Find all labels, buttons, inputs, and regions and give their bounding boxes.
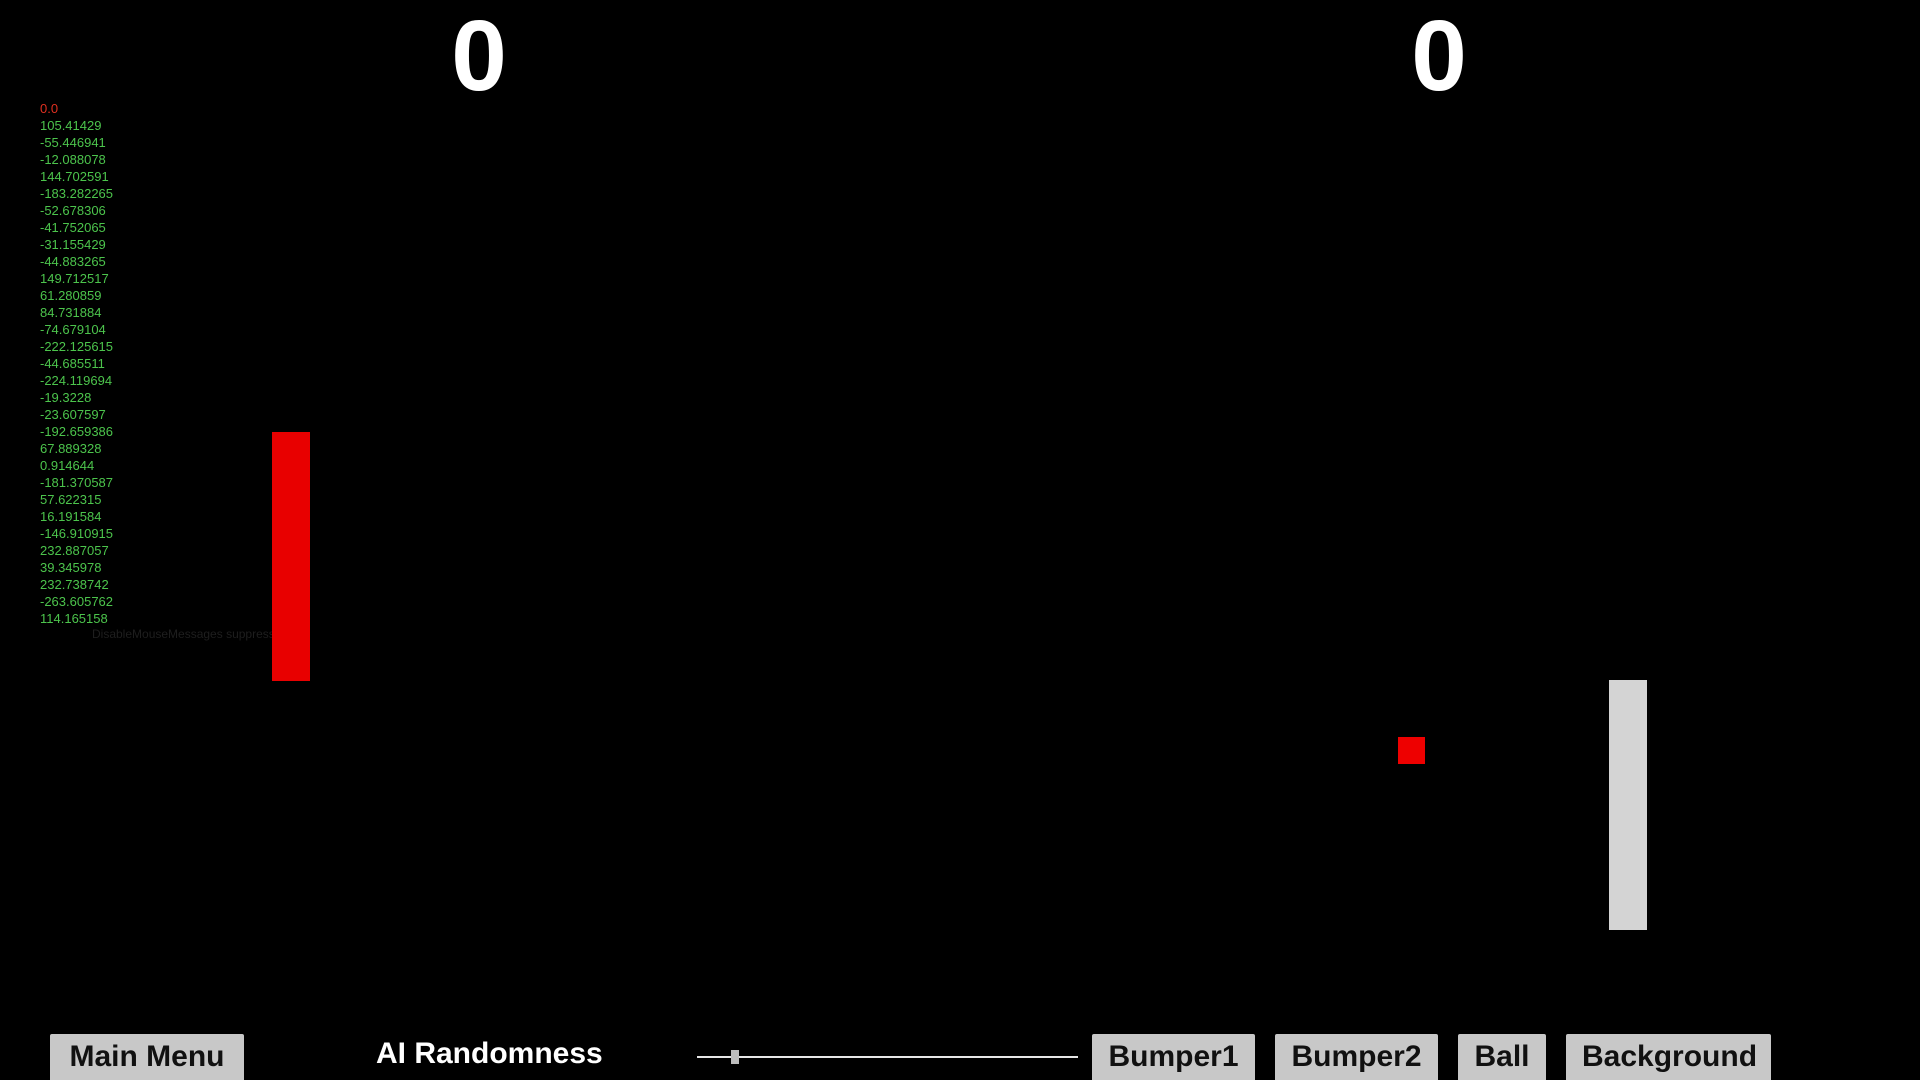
debug-log-line: 105.41429 <box>40 118 102 133</box>
debug-log-line: -52.678306 <box>40 203 106 218</box>
debug-log-line: 0.0 <box>40 101 59 116</box>
debug-log-line: -74.679104 <box>40 322 106 337</box>
debug-log-line: -192.659386 <box>40 424 114 439</box>
debug-log-line: -41.752065 <box>40 220 106 235</box>
debug-log-line: 232.738742 <box>40 577 109 592</box>
right-paddle <box>1609 680 1647 930</box>
main-menu-button[interactable]: Main Menu <box>50 1034 244 1080</box>
ai-randomness-slider[interactable] <box>697 1047 1078 1067</box>
bumper1-button[interactable]: Bumper1 <box>1092 1034 1255 1080</box>
debug-log-line: -181.370587 <box>40 475 114 490</box>
debug-log-line: 16.191584 <box>40 509 102 524</box>
debug-log-line: -19.3228 <box>40 390 92 405</box>
debug-log-line: -23.607597 <box>40 407 106 422</box>
right-score: 0 <box>1411 0 1467 112</box>
debug-log-line: -146.910915 <box>40 526 114 541</box>
slider-track[interactable] <box>697 1056 1078 1058</box>
debug-log-line: -31.155429 <box>40 237 106 252</box>
debug-log-line: 57.622315 <box>40 492 102 507</box>
debug-log-line: 67.889328 <box>40 441 102 456</box>
debug-log-line: 114.165158 <box>40 611 108 626</box>
slider-thumb[interactable] <box>731 1050 740 1064</box>
debug-log-line: -224.119694 <box>40 373 113 388</box>
debug-log-line: 39.345978 <box>40 560 102 575</box>
debug-log-line: 0.914644 <box>40 458 95 473</box>
debug-log-line: 61.280859 <box>40 288 102 303</box>
debug-log-line: -12.088078 <box>40 152 106 167</box>
debug-log-line: -44.685511 <box>40 356 105 371</box>
debug-log-line: 84.731884 <box>40 305 102 320</box>
debug-note: DisableMouseMessages suppress <box>92 627 275 641</box>
debug-log: 0.0 105.41429 -55.446941 -12.088078 144.7025… <box>40 100 113 627</box>
debug-log-line: 144.702591 <box>40 169 109 184</box>
game-canvas[interactable]: 0 0 0.0 105.41429 -55.446941 -12.088078 144.… <box>0 0 1920 1080</box>
left-score: 0 <box>451 0 507 112</box>
background-button[interactable]: Background <box>1566 1034 1771 1080</box>
debug-log-line: 149.712517 <box>40 271 109 286</box>
debug-log-line: -222.125615 <box>40 339 114 354</box>
debug-log-line: -55.446941 <box>40 135 106 150</box>
ai-randomness-label: AI Randomness <box>376 1037 603 1070</box>
debug-log-line: -263.605762 <box>40 594 114 609</box>
debug-log-line: -183.282265 <box>40 186 114 201</box>
debug-log-line: 232.887057 <box>40 543 109 558</box>
ball <box>1398 737 1425 764</box>
bumper2-button[interactable]: Bumper2 <box>1275 1034 1438 1080</box>
ball-button[interactable]: Ball <box>1458 1034 1546 1080</box>
debug-log-line: -44.883265 <box>40 254 106 269</box>
left-paddle <box>272 432 310 681</box>
